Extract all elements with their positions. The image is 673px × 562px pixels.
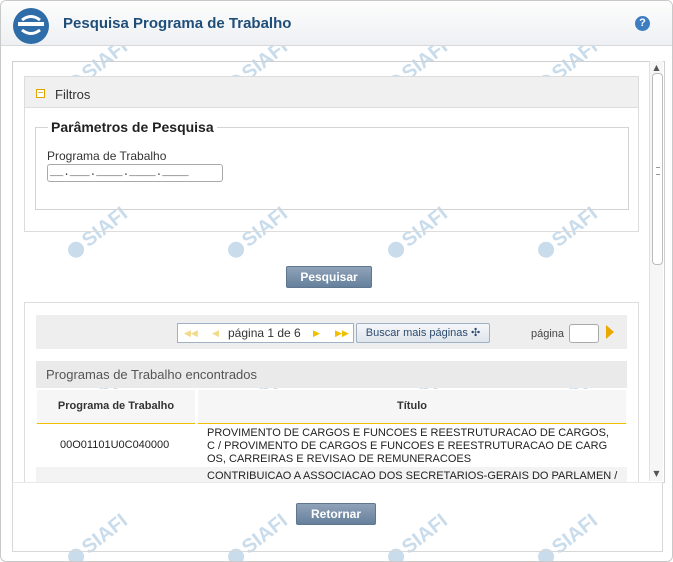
search-parameters-fieldset: Parâmetros de Pesquisa Programa de Traba…: [35, 119, 629, 210]
first-page-icon[interactable]: ◀◀: [184, 324, 198, 342]
search-button[interactable]: Pesquisar: [286, 266, 372, 288]
row-title-line: OS, CARREIRAS E REVISAO DE REMUNERACOES: [207, 453, 472, 465]
prev-page-icon[interactable]: ◀: [212, 324, 219, 342]
results-panel: ◀◀ ◀ página 1 de 6 ▶ ▶▶ Buscar mais pági…: [24, 302, 639, 482]
program-input[interactable]: __.___.____.____.____: [47, 164, 223, 182]
last-page-icon[interactable]: ▶▶: [335, 324, 349, 342]
filters-panel: − Filtros Parâmetros de Pesquisa Program…: [24, 76, 639, 232]
row-code: 00O01101U0C040000: [60, 439, 170, 451]
siafi-logo-icon: [13, 8, 49, 44]
footer-bar: Retornar: [12, 482, 663, 552]
go-page-icon[interactable]: [606, 325, 614, 339]
fetch-more-pages-button[interactable]: Buscar mais páginas ✣: [356, 323, 490, 343]
page-number-input[interactable]: [569, 324, 599, 343]
page-label: página: [531, 328, 565, 340]
collapse-icon[interactable]: −: [36, 89, 45, 98]
table-row[interactable]: 00O01101U0C040000 PROVIMENTO DE CARGOS E…: [36, 424, 627, 467]
column-header-program[interactable]: Programa de Trabalho: [36, 389, 196, 425]
row-title-line: PROVIMENTO DE CARGOS E FUNCOES E REESTRU…: [207, 427, 609, 439]
title-bar: Pesquisa Programa de Trabalho ?: [1, 1, 672, 46]
help-icon[interactable]: ?: [635, 16, 650, 31]
table-row[interactable]: CONTRIBUICAO A ASSOCIACAO DOS SECRETARIO…: [36, 467, 627, 482]
pager-status: página 1 de 6: [228, 326, 301, 340]
filters-header[interactable]: − Filtros: [25, 77, 638, 108]
scroll-down-icon[interactable]: ▼: [652, 469, 661, 478]
next-page-icon[interactable]: ▶: [313, 324, 320, 342]
filters-label: Filtros: [55, 87, 91, 102]
scroll-thumb[interactable]: [652, 73, 663, 265]
program-label: Programa de Trabalho: [47, 149, 167, 163]
row-title-line: C / PROVIMENTO DE CARGOS E FUNCOES E REE…: [207, 440, 608, 452]
results-caption-bar: Programas de Trabalho encontrados: [36, 361, 627, 388]
search-parameters-legend: Parâmetros de Pesquisa: [48, 119, 217, 135]
row-title-line: CONTRIBUICAO A ASSOCIACAO DOS SECRETARIO…: [207, 470, 618, 482]
results-caption: Programas de Trabalho encontrados: [46, 367, 258, 382]
pager-bar: ◀◀ ◀ página 1 de 6 ▶ ▶▶ Buscar mais pági…: [36, 315, 627, 349]
window-frame: SIAFI SIAFI SIAFI SIAFI SIAFI SIAFI SIAF…: [0, 0, 673, 562]
page-title: Pesquisa Programa de Trabalho: [63, 15, 292, 32]
pager: ◀◀ ◀ página 1 de 6 ▶ ▶▶: [177, 323, 354, 343]
column-header-title[interactable]: Título: [197, 389, 627, 425]
scroll-up-icon[interactable]: ▲: [652, 63, 661, 72]
return-button[interactable]: Retornar: [296, 503, 376, 525]
content-panel: − Filtros Parâmetros de Pesquisa Program…: [12, 61, 665, 483]
vertical-scrollbar[interactable]: ▲ ▼: [649, 61, 663, 481]
